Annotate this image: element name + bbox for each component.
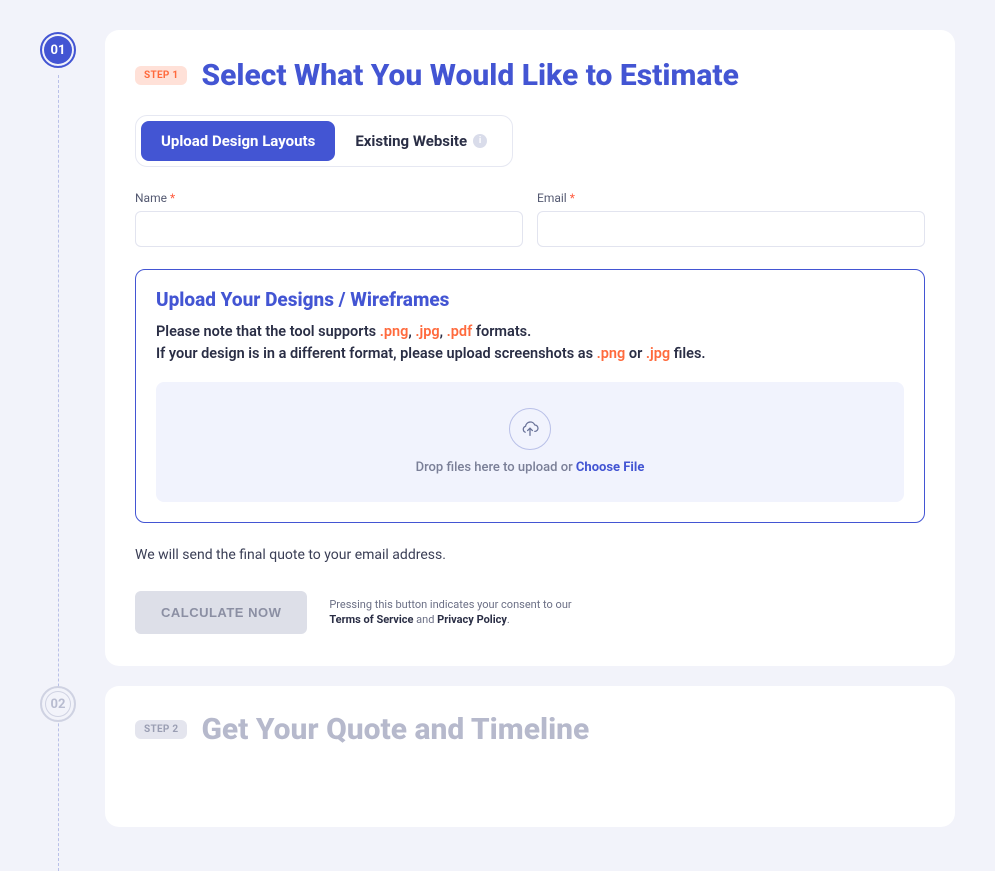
send-note: We will send the final quote to your ema… <box>135 547 925 563</box>
name-label: Name * <box>135 191 523 205</box>
tab-existing-website[interactable]: Existing Website i <box>335 121 507 161</box>
consent-text: Pressing this button indicates your cons… <box>329 597 579 628</box>
upload-note: Please note that the tool supports .png,… <box>156 321 904 366</box>
step2-card: STEP 2 Get Your Quote and Timeline <box>105 686 955 827</box>
choose-file-link[interactable]: Choose File <box>576 460 644 475</box>
info-icon[interactable]: i <box>473 134 487 148</box>
calculate-button[interactable]: CALCULATE NOW <box>135 591 307 634</box>
upload-box: Upload Your Designs / Wireframes Please … <box>135 269 925 523</box>
timeline-node-1: 01 <box>40 32 76 68</box>
privacy-link[interactable]: Privacy Policy <box>437 613 507 626</box>
tab-existing-label: Existing Website <box>355 132 467 150</box>
tab-upload-design[interactable]: Upload Design Layouts <box>141 121 335 161</box>
tos-link[interactable]: Terms of Service <box>329 613 413 626</box>
step1-pill: STEP 1 <box>135 66 187 85</box>
step1-title: Select What You Would Like to Estimate <box>201 58 738 93</box>
email-input[interactable] <box>537 211 925 247</box>
upload-cloud-icon <box>509 408 551 450</box>
step2-pill: STEP 2 <box>135 720 187 739</box>
name-input[interactable] <box>135 211 523 247</box>
timeline-node-2-label: 02 <box>44 690 72 718</box>
upload-title: Upload Your Designs / Wireframes <box>156 288 904 311</box>
source-tabs: Upload Design Layouts Existing Website i <box>135 115 513 167</box>
step2-title: Get Your Quote and Timeline <box>201 712 589 747</box>
timeline-node-2: 02 <box>40 686 76 722</box>
dropzone[interactable]: Drop files here to upload or Choose File <box>156 382 904 502</box>
timeline-node-1-label: 01 <box>44 36 72 64</box>
step1-card: STEP 1 Select What You Would Like to Est… <box>105 30 955 666</box>
timeline-line <box>58 75 59 871</box>
drop-text: Drop files here to upload or Choose File <box>416 460 645 475</box>
timeline: 01 02 <box>40 30 90 771</box>
email-label: Email * <box>537 191 925 205</box>
